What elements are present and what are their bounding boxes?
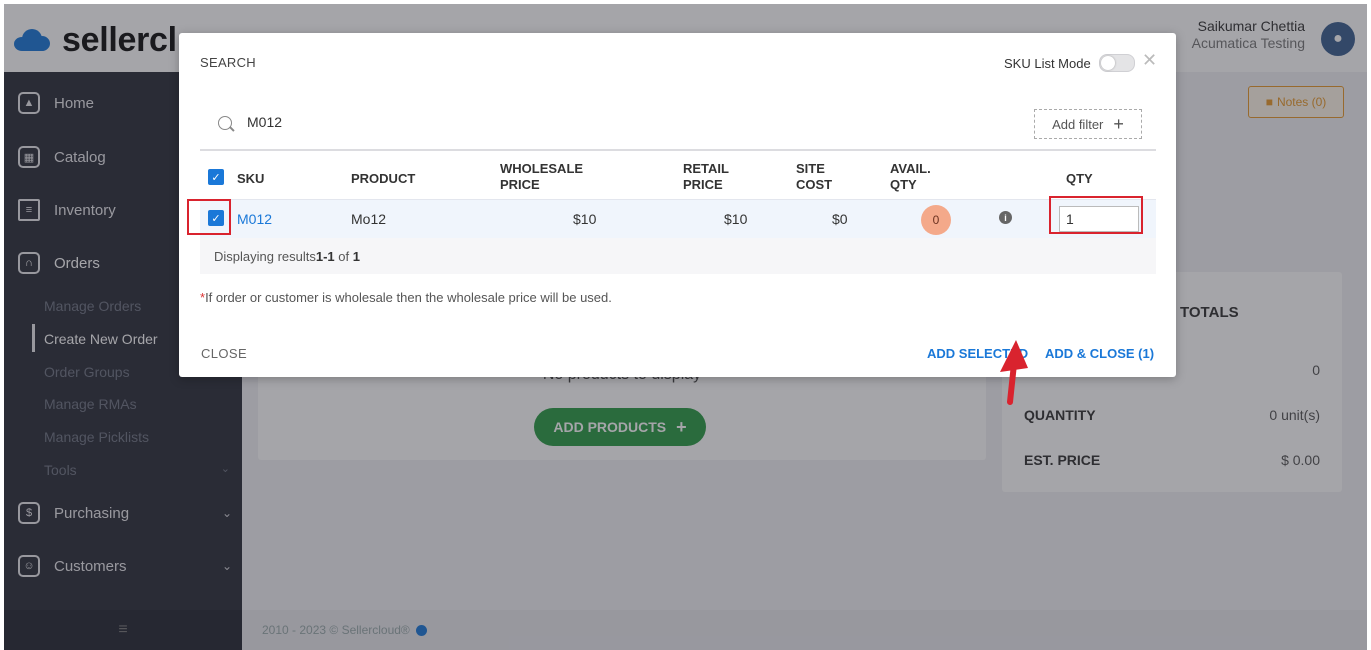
results-summary: Displaying results 1-1 of 1 — [200, 238, 1156, 274]
column-header-wholesale-price[interactable]: WHOLESALE PRICE — [500, 161, 583, 193]
wholesale-note: *If order or customer is wholesale then … — [200, 290, 612, 305]
add-filter-label: Add filter — [1052, 116, 1104, 132]
product-cell: Mo12 — [351, 211, 387, 227]
close-button[interactable]: CLOSE — [201, 346, 247, 361]
close-icon[interactable]: ✕ — [1142, 50, 1157, 71]
search-bar: Add filter + — [200, 107, 1156, 151]
retail-price-cell: $10 — [724, 211, 748, 227]
header-line: QTY — [890, 177, 917, 192]
wholesale-price-cell: $10 — [573, 211, 597, 227]
column-header-qty[interactable]: QTY — [1066, 171, 1093, 187]
header-line: COST — [796, 177, 833, 192]
search-modal: SEARCH SKU List Mode ✕ Add filter + ✓ SK… — [179, 33, 1176, 377]
results-total: 1 — [352, 248, 360, 264]
column-header-retail-price[interactable]: RETAIL PRICE — [683, 161, 729, 193]
results-of: of — [334, 248, 353, 264]
add-and-close-button[interactable]: ADD & CLOSE (1) — [1045, 346, 1154, 361]
avail-qty-badge: 0 — [921, 205, 951, 235]
header-line: PRICE — [500, 177, 540, 192]
header-line: RETAIL — [683, 161, 729, 176]
highlight-box-checkbox — [187, 199, 231, 235]
sku-list-mode-toggle[interactable]: SKU List Mode — [1004, 54, 1135, 72]
check-icon: ✓ — [211, 171, 221, 184]
search-input[interactable] — [245, 113, 749, 131]
plus-icon: + — [1113, 113, 1124, 134]
header-line: AVAIL. — [890, 161, 931, 176]
select-all-checkbox[interactable]: ✓ — [208, 169, 224, 185]
toggle-switch[interactable] — [1098, 54, 1135, 72]
column-header-site-cost[interactable]: SITE COST — [796, 161, 832, 193]
sku-list-mode-label: SKU List Mode — [1004, 55, 1091, 71]
column-header-avail-qty[interactable]: AVAIL. QTY — [890, 161, 931, 193]
column-header-sku[interactable]: SKU — [237, 171, 264, 187]
sku-link[interactable]: M012 — [237, 211, 272, 227]
note-text: If order or customer is wholesale then t… — [205, 290, 612, 305]
results-range: 1-1 — [315, 248, 335, 264]
add-filter-button[interactable]: Add filter + — [1034, 109, 1142, 139]
site-cost-cell: $0 — [832, 211, 848, 227]
app-window: sellercl Saikumar Chettia Acumatica Test… — [4, 4, 1367, 650]
modal-title: SEARCH — [200, 55, 256, 70]
header-line: PRICE — [683, 177, 723, 192]
header-line: SITE — [796, 161, 825, 176]
column-header-product[interactable]: PRODUCT — [351, 171, 415, 187]
header-line: WHOLESALE — [500, 161, 584, 176]
table-row[interactable] — [200, 199, 1156, 238]
info-icon[interactable]: i — [999, 211, 1012, 224]
highlight-box-qty — [1049, 196, 1143, 234]
results-prefix: Displaying results — [214, 248, 316, 264]
annotation-arrow-icon — [1000, 340, 1028, 405]
search-icon — [218, 116, 232, 130]
